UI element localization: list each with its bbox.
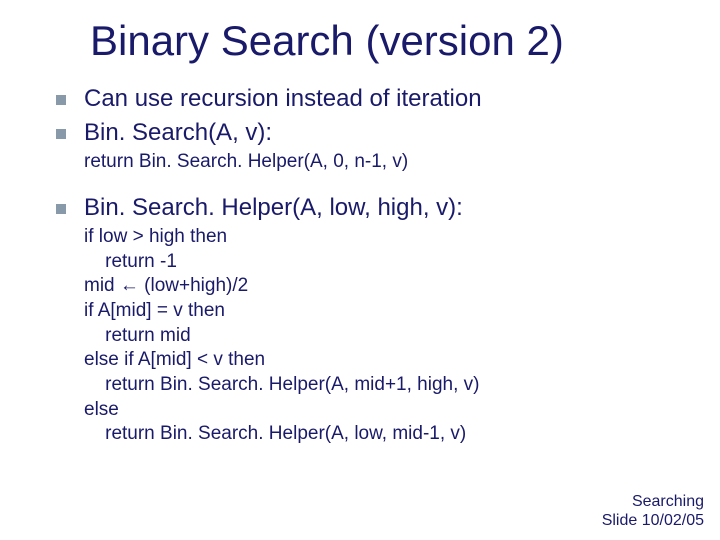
slide-title: Binary Search (version 2) bbox=[0, 0, 720, 74]
spacer bbox=[56, 175, 680, 189]
code-line: return Bin. Search. Helper(A, mid+1, hig… bbox=[84, 373, 680, 398]
bullet-item: Bin. Search. Helper(A, low, high, v): bbox=[56, 193, 680, 223]
slide-body: Can use recursion instead of iteration B… bbox=[0, 74, 720, 447]
bullet-text: Bin. Search. Helper(A, low, high, v): bbox=[84, 193, 680, 223]
code-line: return mid bbox=[84, 324, 680, 349]
bullet-text: Can use recursion instead of iteration bbox=[84, 84, 680, 114]
slide: Binary Search (version 2) Can use recurs… bbox=[0, 0, 720, 540]
code-line: if A[mid] = v then bbox=[84, 299, 680, 324]
code-line: else bbox=[84, 398, 680, 423]
code-line: return -1 bbox=[84, 250, 680, 275]
bullet-subtext: return Bin. Search. Helper(A, 0, n-1, v) bbox=[84, 150, 680, 175]
bullet-item: Bin. Search(A, v): bbox=[56, 118, 680, 148]
bullet-item: Can use recursion instead of iteration bbox=[56, 84, 680, 114]
footer-line: Searching bbox=[602, 492, 704, 511]
code-line: else if A[mid] < v then bbox=[84, 348, 680, 373]
code-line: if low > high then bbox=[84, 225, 680, 250]
bullet-text: Bin. Search(A, v): bbox=[84, 118, 680, 148]
footer-line: Slide 10/02/05 bbox=[602, 511, 704, 530]
slide-footer: Searching Slide 10/02/05 bbox=[602, 492, 704, 530]
code-line: mid ← (low+high)/2 bbox=[84, 274, 680, 299]
bullet-square-icon bbox=[56, 204, 66, 214]
bullet-square-icon bbox=[56, 129, 66, 139]
pseudocode-block: if low > high then return -1 mid ← (low+… bbox=[84, 225, 680, 447]
bullet-square-icon bbox=[56, 95, 66, 105]
code-line: return Bin. Search. Helper(A, low, mid-1… bbox=[84, 422, 680, 447]
